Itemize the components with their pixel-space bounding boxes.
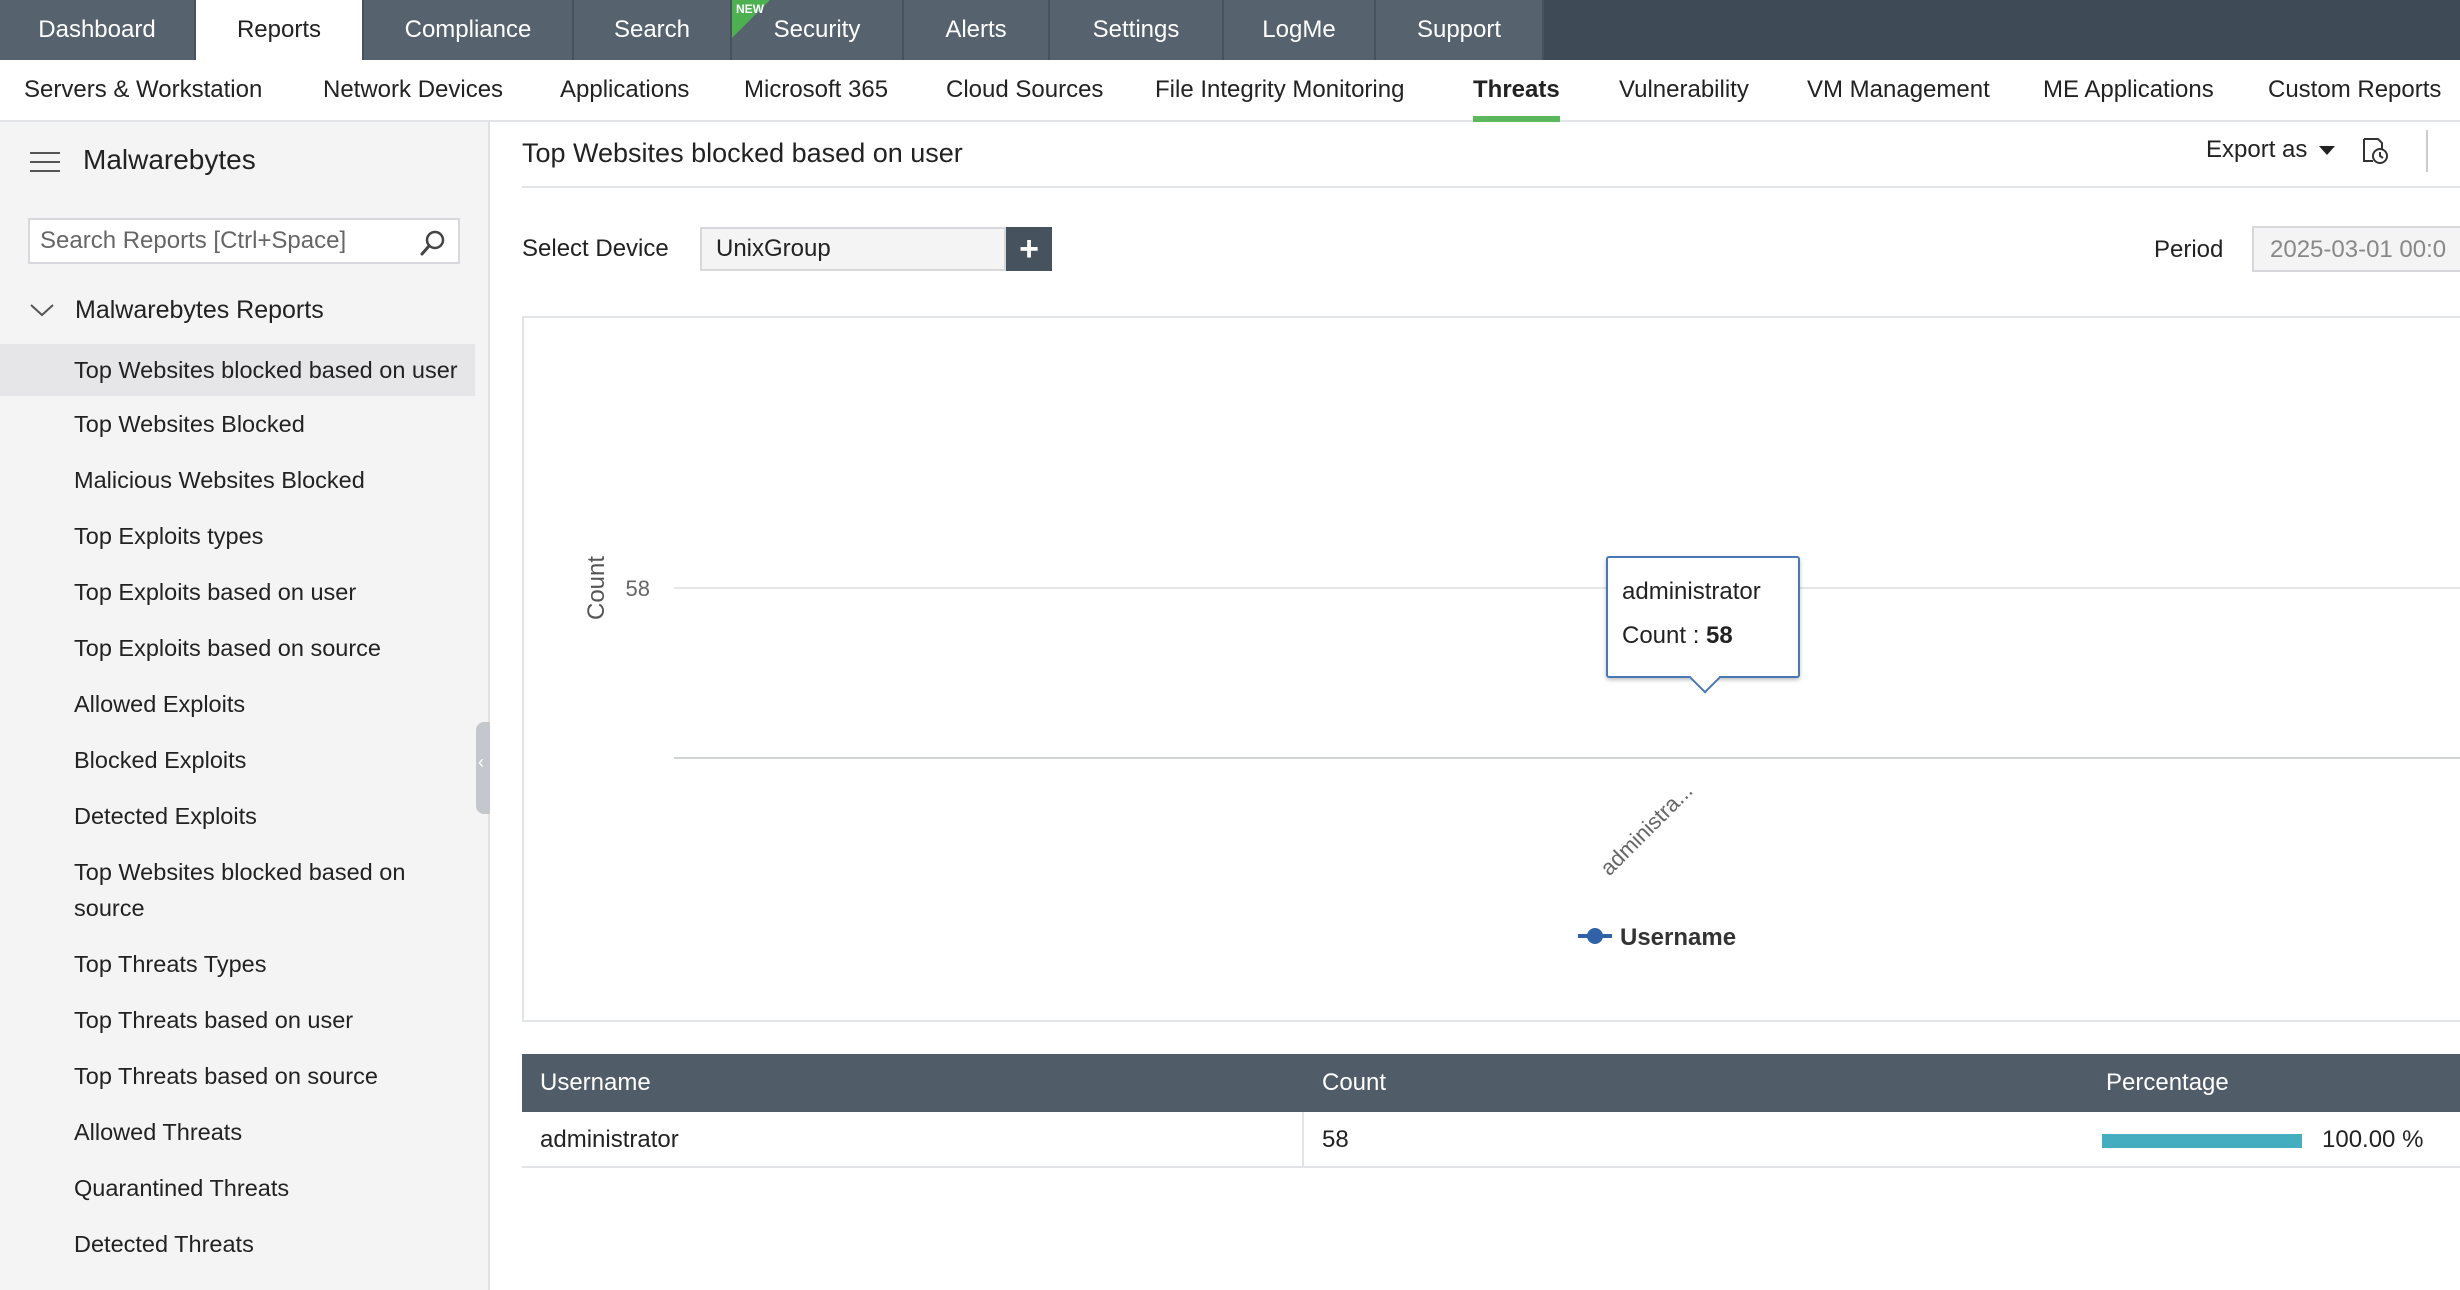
count-line-chart: Count 58 administra... Username — [583, 556, 2460, 951]
period-picker[interactable]: 2025-03-01 00:0 — [2252, 226, 2460, 272]
column-header-percentage[interactable]: Percentage — [2106, 1069, 2229, 1097]
subnav-microsoft-365[interactable]: Microsoft 365 — [744, 60, 888, 120]
report-item-top-websites-blocked-user[interactable]: Top Websites blocked based on user — [0, 344, 475, 396]
report-item-allowed-threats[interactable]: Allowed Threats — [0, 1104, 475, 1160]
report-item-top-websites-blocked[interactable]: Top Websites Blocked — [0, 396, 475, 452]
export-label: Export as — [2206, 136, 2308, 163]
tab-reports[interactable]: Reports — [196, 0, 364, 60]
select-device-label: Select Device — [522, 235, 669, 262]
report-item-detected-threats[interactable]: Detected Threats — [0, 1216, 475, 1272]
sidebar: Malwarebytes Malwarebytes Reports Top We… — [0, 122, 490, 1290]
table-header: Username Count Percentage — [522, 1054, 2460, 1112]
toolbar-divider — [2426, 130, 2428, 172]
report-item-quarantined-threats[interactable]: Quarantined Threats — [0, 1160, 475, 1216]
chevron-down-icon — [30, 304, 54, 317]
report-item-malicious-websites-blocked[interactable]: Malicious Websites Blocked — [0, 452, 475, 508]
device-selector[interactable]: UnixGroup — [700, 227, 1006, 271]
tooltip-count: Count : 58 — [1622, 622, 1733, 649]
x-tick-label: administra... — [1595, 778, 1697, 880]
report-item-top-exploits-user[interactable]: Top Exploits based on user — [0, 564, 475, 620]
subnav-cloud-sources[interactable]: Cloud Sources — [946, 60, 1103, 120]
report-item-detected-exploits[interactable]: Detected Exploits — [0, 788, 475, 844]
cell-username: administrator — [540, 1126, 679, 1153]
new-badge: NEW — [736, 2, 764, 16]
report-item-top-exploits-types[interactable]: Top Exploits types — [0, 508, 475, 564]
search-icon[interactable] — [418, 228, 448, 258]
tab-security[interactable]: NEW Security — [732, 0, 904, 60]
chart-tooltip: administrator Count : 58 — [1606, 556, 1800, 678]
add-device-button[interactable]: + — [1006, 227, 1052, 271]
table-row: administrator 58 100.00 % — [522, 1112, 2460, 1168]
subnav-applications[interactable]: Applications — [560, 60, 689, 120]
report-search-input[interactable] — [40, 224, 400, 258]
report-item-blocked-exploits[interactable]: Blocked Exploits — [0, 732, 475, 788]
tab-dashboard[interactable]: Dashboard — [0, 0, 196, 60]
subnav-vulnerability[interactable]: Vulnerability — [1619, 60, 1749, 120]
report-item-top-exploits-source[interactable]: Top Exploits based on source — [0, 620, 475, 676]
subnav-network-devices[interactable]: Network Devices — [323, 60, 503, 120]
report-item-top-threats-source[interactable]: Top Threats based on source — [0, 1048, 475, 1104]
tab-search[interactable]: Search — [574, 0, 732, 60]
tab-logme[interactable]: LogMe — [1224, 0, 1376, 60]
subnav-threats[interactable]: Threats — [1473, 60, 1560, 122]
subnav-me-applications[interactable]: ME Applications — [2043, 60, 2214, 120]
results-table: Username Count Percentage administrator … — [522, 1054, 2460, 1168]
tab-security-label: Security — [773, 16, 861, 43]
report-item-top-threats-types[interactable]: Top Threats Types — [0, 936, 475, 992]
top-navigation: Dashboard Reports Compliance Search NEW … — [0, 0, 2460, 60]
subnav-custom-reports[interactable]: Custom Reports — [2268, 60, 2441, 120]
sidebar-title: Malwarebytes — [83, 144, 256, 175]
cell-count: 58 — [1322, 1126, 1349, 1153]
report-item-allowed-exploits[interactable]: Allowed Exploits — [0, 676, 475, 732]
report-list: Top Websites blocked based on user Top W… — [0, 344, 475, 1272]
tooltip-name: administrator — [1622, 578, 1761, 605]
export-as-dropdown[interactable]: Export as — [2206, 136, 2336, 164]
subnav-servers-workstation[interactable]: Servers & Workstation — [24, 60, 262, 120]
page-title: Top Websites blocked based on user — [522, 138, 963, 168]
schedule-report-icon[interactable] — [2360, 136, 2390, 166]
caret-down-icon — [2319, 145, 2336, 155]
y-tick-label: 58 — [626, 576, 650, 601]
cell-percentage: 100.00 % — [2322, 1126, 2424, 1153]
y-axis-label: Count — [583, 556, 610, 620]
tab-support[interactable]: Support — [1376, 0, 1544, 60]
sidebar-collapse-handle[interactable] — [476, 722, 490, 814]
chart-panel: Count 58 administra... Username — [522, 316, 2460, 1022]
group-label: Malwarebytes Reports — [75, 295, 324, 324]
legend-label: Username — [1620, 924, 1736, 951]
report-item-top-threats-user[interactable]: Top Threats based on user — [0, 992, 475, 1048]
column-header-count[interactable]: Count — [1322, 1069, 1386, 1097]
subnav-file-integrity-monitoring[interactable]: File Integrity Monitoring — [1155, 60, 1404, 120]
legend-marker — [1587, 928, 1603, 944]
main-content: Top Websites blocked based on user Expor… — [490, 122, 2460, 1290]
sub-navigation: Servers & Workstation Network Devices Ap… — [0, 60, 2460, 122]
hamburger-menu-icon[interactable] — [30, 150, 60, 174]
tab-settings[interactable]: Settings — [1050, 0, 1224, 60]
column-divider — [1302, 1112, 1304, 1168]
tab-compliance[interactable]: Compliance — [364, 0, 574, 60]
subnav-vm-management[interactable]: VM Management — [1807, 60, 1990, 120]
title-divider — [522, 186, 2460, 188]
malwarebytes-reports-group[interactable]: Malwarebytes Reports — [28, 292, 324, 328]
column-header-username[interactable]: Username — [540, 1069, 651, 1097]
report-search-box — [28, 218, 460, 264]
period-label: Period — [2154, 236, 2224, 263]
tab-alerts[interactable]: Alerts — [904, 0, 1050, 60]
report-item-top-websites-blocked-source[interactable]: Top Websites blocked based on source — [0, 844, 475, 936]
percentage-bar-fill — [2102, 1134, 2302, 1148]
percentage-bar — [2102, 1134, 2302, 1148]
